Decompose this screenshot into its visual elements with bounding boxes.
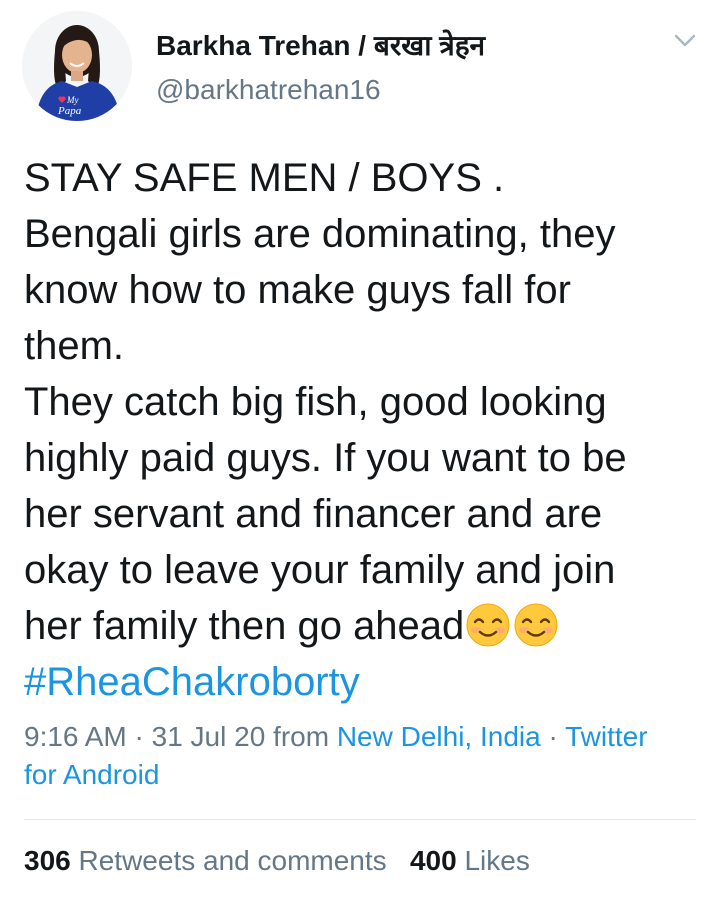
tweet-line: STAY SAFE MEN / BOYS . [24,156,505,200]
display-name[interactable]: Barkha Trehan / बरखा त्रेहन [156,26,485,64]
likes-label: Likes [464,845,530,876]
tweet-time[interactable]: 9:16 AM [24,721,127,752]
divider [24,819,696,820]
retweets-stat[interactable]: 306 Retweets and comments [24,845,387,876]
more-options-button[interactable] [670,26,700,56]
tweet-text: STAY SAFE MEN / BOYS . Bengali girls are… [24,150,704,710]
tweet-line-text: her family then go ahead [24,604,465,648]
tweet-line: Bengali girls are dominating, they [24,212,616,256]
retweets-count: 306 [24,845,71,876]
location-link[interactable]: New Delhi, India [337,721,541,752]
tweet-date[interactable]: 31 Jul 20 [152,721,266,752]
smiling-face-icon [514,603,558,647]
likes-count: 400 [409,845,457,876]
tweet-line-last: her family then go ahead [24,598,704,654]
retweets-label: Retweets and comments [78,845,387,876]
chevron-down-icon [674,34,696,47]
tweet-card: My Papa Barkha Trehan / बरखा त्रेहन @bar… [0,0,720,899]
likes-stat[interactable]: 400 Likes [410,845,530,876]
hashtag-link[interactable]: #RheaChakroborty [24,654,704,710]
tweet-line: highly paid guys. If you want to be [24,436,627,480]
avatar-shirt-text-1: My [66,95,79,105]
tweet-line: okay to leave your family and join [24,548,616,592]
tweet-meta: 9:16 AM · 31 Jul 20 from New Delhi, Indi… [24,718,704,794]
from-label: from [273,721,330,752]
avatar-photo: My Papa [22,11,132,121]
tweet-line: them. [24,324,125,368]
source-text-2: for Android [24,759,160,790]
user-handle[interactable]: @barkhatrehan16 [156,74,381,106]
tweet-line: know how to make guys fall for [24,268,571,312]
avatar[interactable]: My Papa [22,11,132,121]
tweet-line: her servant and financer and are [24,492,603,536]
smiling-face-icon [466,603,510,647]
meta-separator: · [548,721,558,752]
source-text-1: Twitter [565,721,648,752]
tweet-line: They catch big fish, good looking [24,380,607,424]
meta-separator: · [134,721,144,752]
avatar-shirt-text-2: Papa [57,105,82,117]
tweet-stats: 306 Retweets and comments 400 Likes [24,845,530,877]
